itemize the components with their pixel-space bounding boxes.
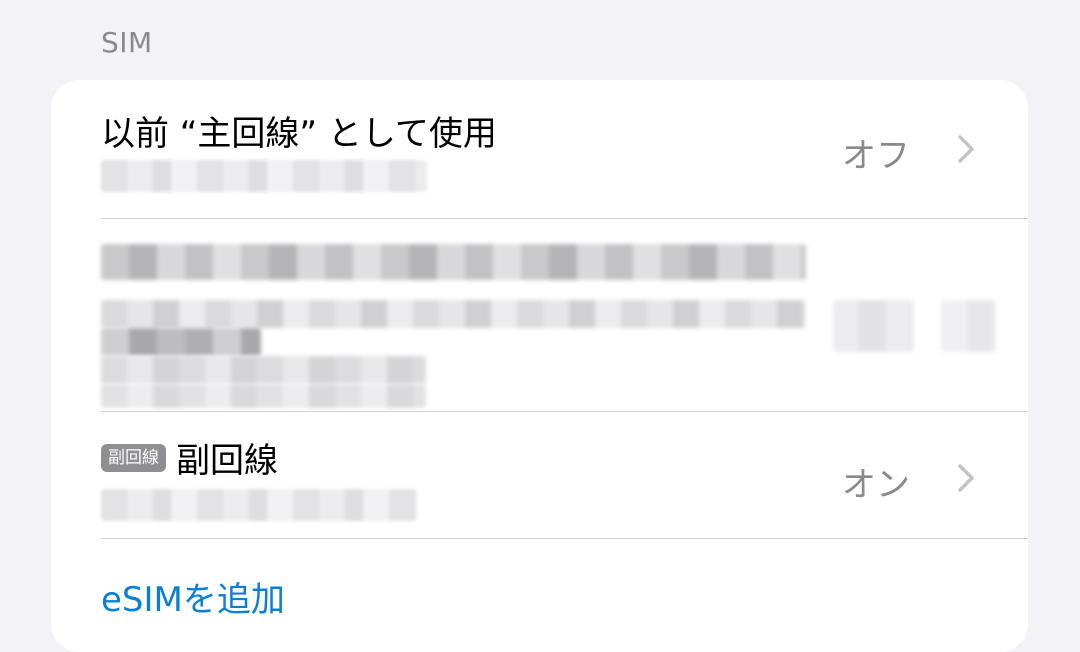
sim-status-value: オフ — [842, 136, 910, 176]
section-header-sim: SIM — [101, 26, 153, 59]
redacted-chevron — [941, 300, 996, 352]
redacted-content — [101, 300, 806, 328]
redacted-content — [101, 328, 261, 356]
sim-row-title: 副回線 — [176, 441, 278, 481]
line-badge: 副回線 — [101, 443, 166, 472]
redacted-status — [833, 300, 913, 352]
redacted-phone-number — [101, 160, 427, 192]
sim-row-title-group: 副回線 副回線 — [101, 433, 278, 482]
chevron-right-icon — [958, 464, 974, 492]
add-esim-link[interactable]: eSIMを追加 — [101, 572, 285, 621]
redacted-content — [101, 384, 426, 408]
sim-row-redacted[interactable] — [51, 218, 1028, 411]
add-esim-row[interactable]: eSIMを追加 — [51, 538, 1028, 652]
chevron-right-icon — [958, 135, 974, 163]
sim-row-title: 以前 “主回線” として使用 — [101, 114, 497, 154]
sim-status-value: オン — [842, 465, 910, 505]
redacted-phone-number — [101, 489, 417, 521]
sim-row-secondary-line[interactable]: 副回線 副回線 オン — [51, 411, 1028, 538]
redacted-content — [101, 244, 806, 280]
sim-row-primary-line[interactable]: 以前 “主回線” として使用 オフ — [51, 80, 1028, 218]
sim-list-card: 以前 “主回線” として使用 オフ 副回線 副回線 オン eSIMを追加 — [51, 80, 1028, 652]
redacted-content — [101, 356, 426, 384]
